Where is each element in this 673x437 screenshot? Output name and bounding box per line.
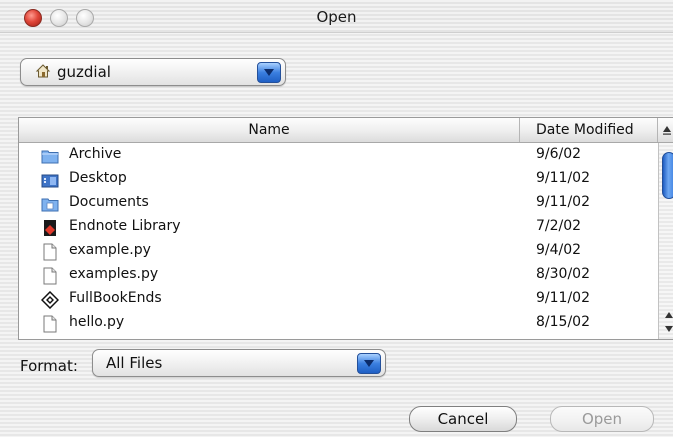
open-button[interactable]: Open [550,406,654,432]
location-popup[interactable]: guzdial [20,58,286,86]
file-date: 9/11/02 [536,290,590,306]
file-row-archive[interactable]: Archive 9/6/02 [19,143,658,167]
chevron-down-icon[interactable] [257,62,281,83]
file-row-fullbookends[interactable]: FullBookEnds 9/11/02 [19,287,658,311]
scroll-down-arrow-icon[interactable] [663,323,673,335]
column-sort-icon[interactable] [659,122,673,138]
file-name: Documents [69,194,149,210]
file-name: FullBookEnds [69,290,162,306]
file-name: example.py [69,242,151,258]
desktop-folder-icon [41,174,59,188]
date-modified-column-header[interactable]: Date Modified [520,118,658,142]
title-bar: Open [0,0,673,33]
file-name: examples.py [69,266,159,282]
format-popup[interactable]: All Files [92,349,386,377]
application-icon [41,291,59,309]
document-icon [43,267,57,285]
file-date: 9/11/02 [536,170,590,186]
file-row-example-py[interactable]: example.py 9/4/02 [19,239,658,263]
file-date: 9/11/02 [536,194,590,210]
file-date: 9/6/02 [536,146,582,162]
home-icon [35,64,51,78]
endnote-icon [44,220,56,236]
window-title: Open [316,8,357,26]
file-name: Endnote Library [69,218,181,234]
vertical-scrollbar[interactable] [658,143,673,339]
column-header: Name Date Modified [19,118,673,143]
file-row-examples-py[interactable]: examples.py 8/30/02 [19,263,658,287]
file-date: 8/15/02 [536,314,590,330]
folder-icon [41,150,59,164]
file-date: 9/4/02 [536,242,582,258]
file-browser: Name Date Modified Archive 9/6/02 Deskto… [18,117,673,340]
name-column-header[interactable]: Name [19,118,520,142]
location-label: guzdial [57,63,111,81]
file-row-documents[interactable]: Documents 9/11/02 [19,191,658,215]
file-name: Archive [69,146,122,162]
documents-folder-icon [41,198,59,212]
file-list: Archive 9/6/02 Desktop 9/11/02 Documents… [19,143,658,335]
format-label: Format: [20,357,78,375]
file-row-desktop[interactable]: Desktop 9/11/02 [19,167,658,191]
file-date: 8/30/02 [536,266,590,282]
file-row-endnote-library[interactable]: Endnote Library 7/2/02 [19,215,658,239]
chevron-down-icon[interactable] [357,353,381,374]
format-selected-label: All Files [106,354,163,372]
scroll-up-arrow-icon[interactable] [663,309,673,321]
document-icon [43,243,57,261]
file-name: hello.py [69,314,125,330]
file-date: 7/2/02 [536,218,582,234]
scroll-thumb[interactable] [662,152,673,199]
file-name: Desktop [69,170,127,186]
cancel-button[interactable]: Cancel [409,406,517,432]
document-icon [43,315,57,333]
file-row-hello-py[interactable]: hello.py 8/15/02 [19,311,658,335]
